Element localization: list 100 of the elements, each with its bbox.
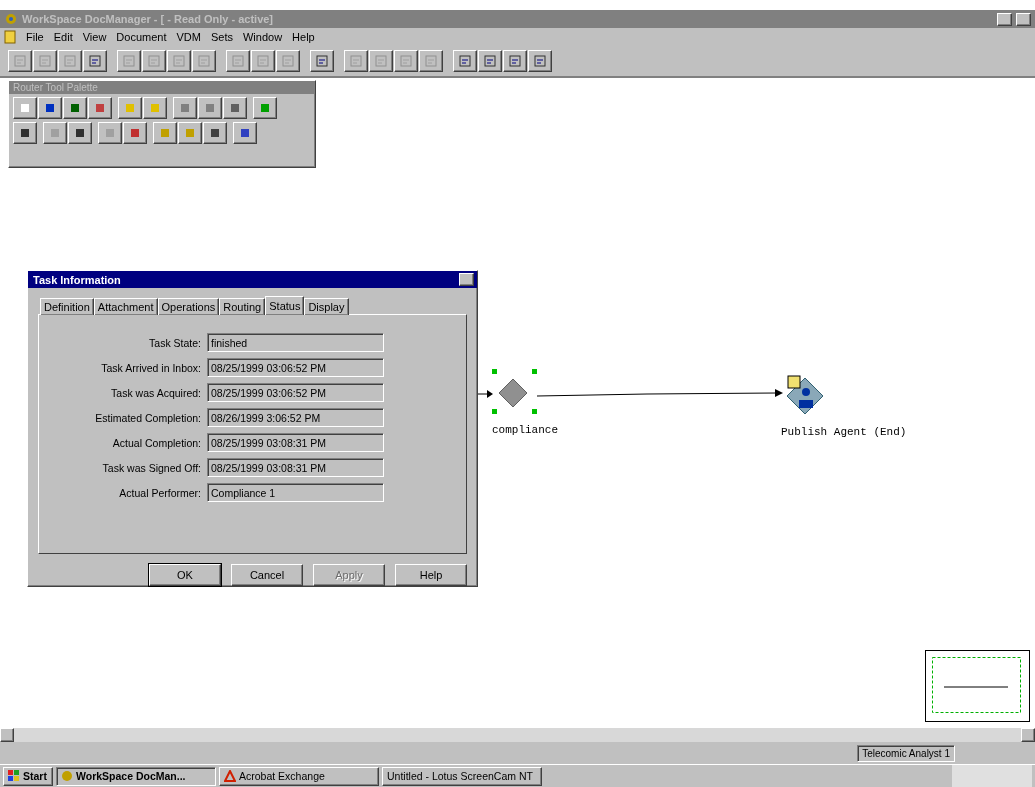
field-label: Task State:: [148, 336, 201, 349]
palette-tool-button[interactable]: [98, 122, 122, 144]
connector-arrow: [476, 389, 494, 399]
overview-panel[interactable]: [925, 650, 1030, 722]
field-label: Task Arrived in Inbox:: [100, 361, 201, 374]
tool-icon: [197, 54, 211, 68]
tool-icon: [483, 54, 497, 68]
tool-icon: [256, 54, 270, 68]
toolbar-button[interactable]: [310, 50, 334, 72]
tool-icon: [122, 54, 136, 68]
palette-tool-button[interactable]: [203, 122, 227, 144]
tool-icon: [38, 54, 52, 68]
dialog-button[interactable]: OK: [149, 564, 221, 586]
tool-icon: [48, 126, 62, 140]
menu-item[interactable]: VDM: [176, 31, 201, 43]
toolbar-button[interactable]: [453, 50, 477, 72]
tab[interactable]: Attachment: [93, 298, 158, 316]
tool-icon: [203, 101, 217, 115]
palette-tool-button[interactable]: [223, 97, 247, 119]
palette-tool-button[interactable]: [173, 97, 197, 119]
start-button[interactable]: Start: [3, 766, 53, 786]
palette-tool-button[interactable]: [43, 122, 67, 144]
value-field[interactable]: Compliance 1: [207, 483, 384, 503]
value-field[interactable]: 08/25/1999 03:08:31 PM: [207, 458, 384, 478]
palette-tool-button[interactable]: [178, 122, 202, 144]
pdf-icon: [224, 770, 236, 782]
tab[interactable]: Routing: [219, 298, 266, 316]
palette-tool-button[interactable]: [68, 122, 92, 144]
menu-item[interactable]: View: [82, 31, 107, 43]
tool-icon: [258, 101, 272, 115]
horizontal-scrollbar[interactable]: [0, 728, 1035, 742]
palette-tool-button[interactable]: [118, 97, 142, 119]
palette-tool-button[interactable]: [13, 122, 37, 144]
palette-tool-button[interactable]: [233, 122, 257, 144]
tool-icon: [374, 54, 388, 68]
tool-icon: [508, 54, 522, 68]
value-field[interactable]: finished: [207, 333, 384, 353]
tab[interactable]: Display: [304, 298, 349, 316]
maximize-button[interactable]: [1016, 12, 1031, 26]
scroll-left-button[interactable]: [0, 728, 14, 742]
status-user: Telecomic Analyst 1: [857, 744, 955, 762]
tool-icon: [238, 126, 252, 140]
tool-icon: [281, 54, 295, 68]
tool-icon: [315, 54, 329, 68]
field-label: Task was Acquired:: [110, 386, 201, 399]
palette-tool-button[interactable]: [38, 97, 62, 119]
tool-icon: [148, 101, 162, 115]
minimize-button[interactable]: [997, 12, 1012, 26]
toolbar-button[interactable]: [83, 50, 107, 72]
toolbar-button[interactable]: [503, 50, 527, 72]
menu-item[interactable]: Edit: [53, 31, 73, 43]
taskbar-button[interactable]: WorkSpace DocMan...: [56, 766, 216, 786]
tool-icon: [172, 54, 186, 68]
palette-tool-button[interactable]: [153, 122, 177, 144]
scroll-right-button[interactable]: [1021, 728, 1035, 742]
tool-icon: [158, 126, 172, 140]
tool-icon: [458, 54, 472, 68]
palette-tool-button[interactable]: [63, 97, 87, 119]
menu-item[interactable]: Help: [292, 31, 315, 43]
tool-icon: [231, 54, 245, 68]
dialog-button[interactable]: Help: [395, 564, 467, 586]
tab[interactable]: Status: [265, 296, 305, 316]
document-icon: [4, 30, 16, 44]
palette-tool-button[interactable]: [253, 97, 277, 119]
palette-tool-button[interactable]: [143, 97, 167, 119]
value-field[interactable]: 08/25/1999 03:08:31 PM: [207, 433, 384, 453]
tool-icon: [63, 54, 77, 68]
menu-item[interactable]: File: [26, 31, 44, 43]
palette-tool-button[interactable]: [88, 97, 112, 119]
menu-item[interactable]: Window: [242, 31, 283, 43]
value-field[interactable]: 08/26/1999 3:06:52 PM: [207, 408, 384, 428]
app-icon: [61, 770, 73, 782]
tool-icon: [103, 126, 117, 140]
toolbar-button[interactable]: [528, 50, 552, 72]
palette-tool-button[interactable]: [13, 97, 37, 119]
taskbar-button[interactable]: Acrobat Exchange: [219, 766, 379, 786]
tool-icon: [93, 101, 107, 115]
menu-item[interactable]: Document: [116, 31, 167, 43]
field-label: Estimated Completion:: [94, 411, 201, 424]
dialog-button[interactable]: Cancel: [231, 564, 303, 586]
palette-tool-button[interactable]: [198, 97, 222, 119]
toolbar-button[interactable]: [478, 50, 502, 72]
tool-icon: [73, 126, 87, 140]
value-field[interactable]: 08/25/1999 03:06:52 PM: [207, 383, 384, 403]
taskbar-button[interactable]: Untitled - Lotus ScreenCam NT: [382, 766, 542, 786]
tab[interactable]: Operations: [157, 298, 220, 316]
dialog-title: Task Information: [33, 273, 121, 286]
tool-icon: [18, 101, 32, 115]
tool-icon: [147, 54, 161, 68]
palette-tool-button[interactable]: [123, 122, 147, 144]
tool-icon: [533, 54, 547, 68]
value-field[interactable]: 08/25/1999 03:06:52 PM: [207, 358, 384, 378]
tab[interactable]: Definition: [40, 298, 94, 316]
tool-icon: [68, 101, 82, 115]
close-button[interactable]: [459, 273, 474, 287]
menu-item[interactable]: Sets: [210, 31, 233, 43]
app-icon: [4, 12, 18, 26]
tool-icon: [123, 101, 137, 115]
palette-title: Router Tool Palette: [9, 81, 315, 94]
tool-icon: [424, 54, 438, 68]
